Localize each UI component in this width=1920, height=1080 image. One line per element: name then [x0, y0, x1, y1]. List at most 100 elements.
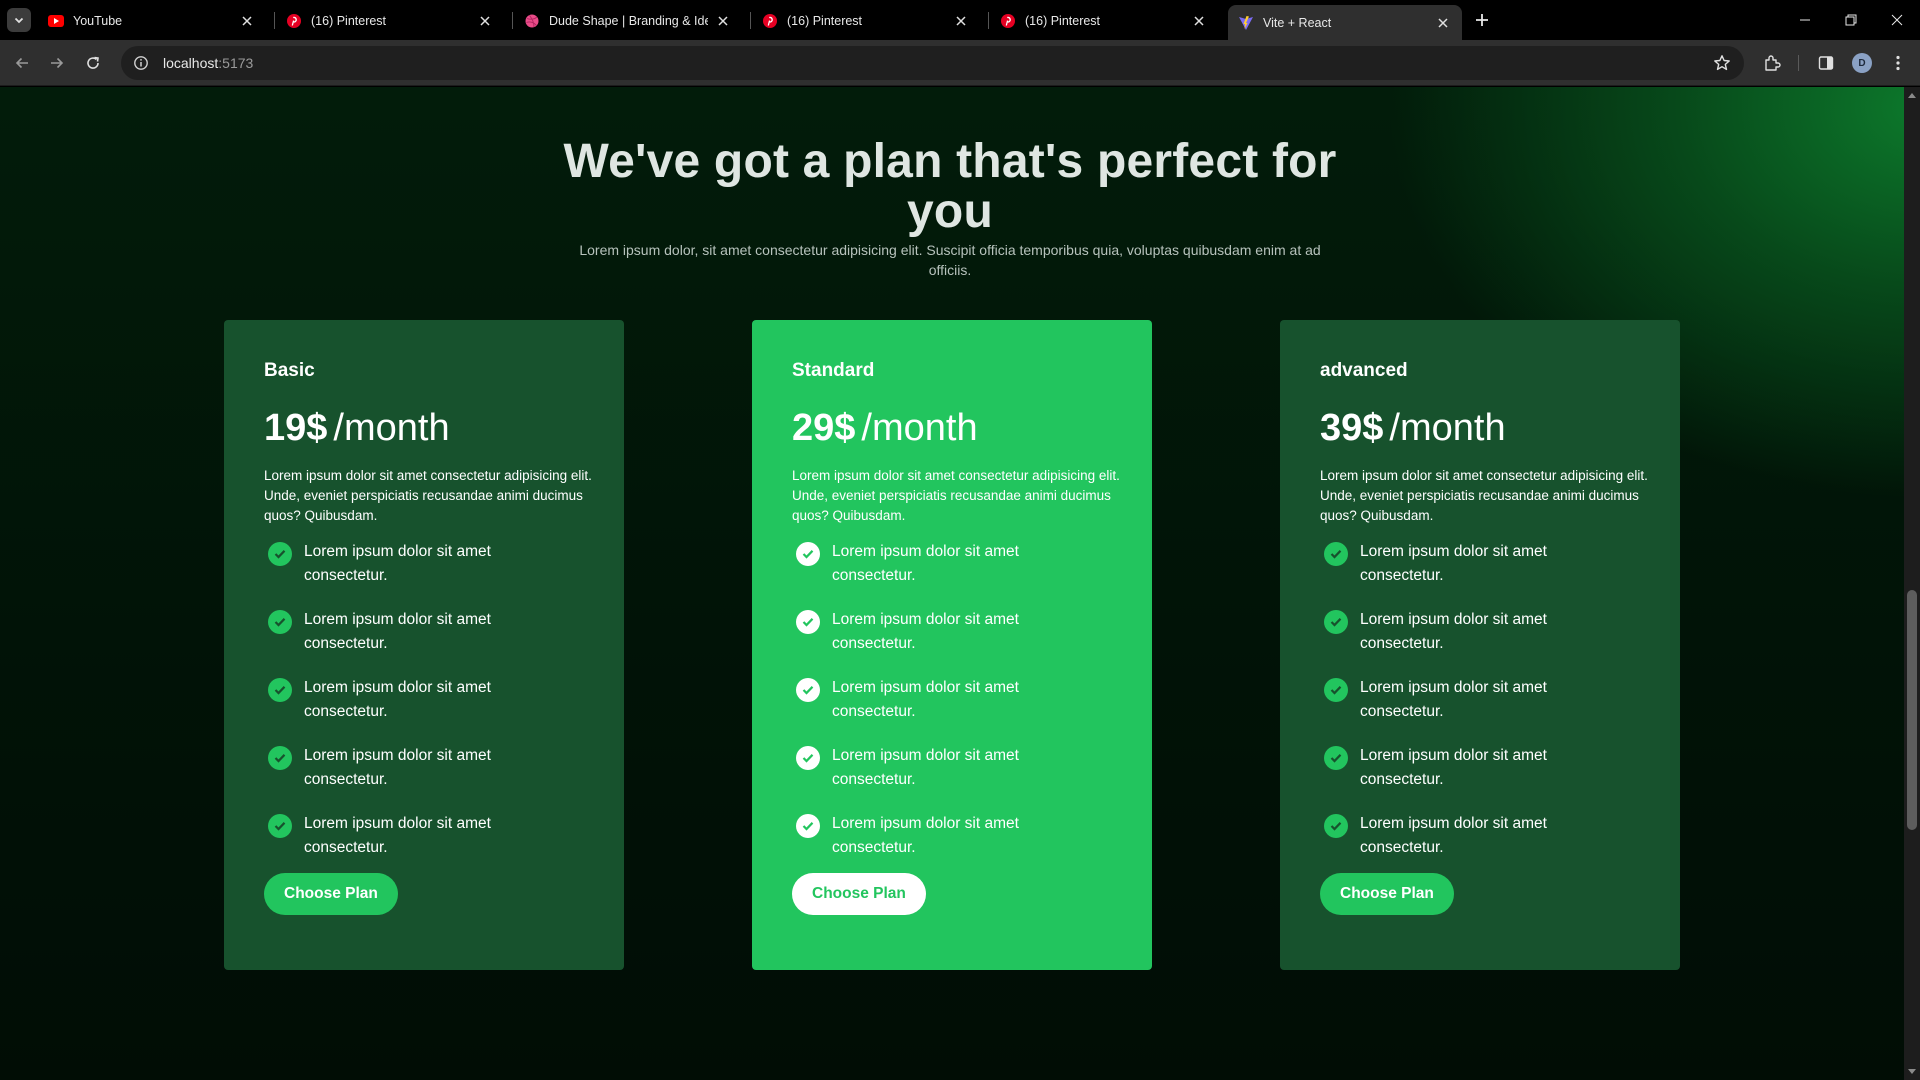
plan-description: Lorem ipsum dolor sit amet consectetur a…: [792, 468, 1120, 523]
side-panel-icon[interactable]: [1814, 51, 1838, 75]
address-bar[interactable]: localhost:5173: [121, 46, 1744, 80]
more-menu-icon[interactable]: [1886, 51, 1910, 75]
scrollbar-thumb[interactable]: [1907, 590, 1917, 830]
check-circle-icon: [1324, 610, 1348, 634]
back-button[interactable]: [9, 50, 35, 76]
check-circle-icon: [268, 678, 292, 702]
feature-item: Lorem ipsum dolor sit amet consectetur.: [792, 812, 1112, 880]
check-circle-icon: [1324, 814, 1348, 838]
pinterest-icon: [762, 13, 778, 29]
feature-item: Lorem ipsum dolor sit amet consectetur.: [1320, 540, 1640, 608]
tab-title: (16) Pinterest: [311, 13, 387, 28]
arrow-left-icon: [15, 57, 28, 69]
tab-title: Dude Shape | Branding & Identity: [549, 13, 708, 28]
plan-name: Basic: [264, 360, 315, 381]
feature-list: Lorem ipsum dolor sit amet consectetur. …: [792, 540, 1112, 880]
plan-name: Standard: [792, 360, 875, 381]
check-circle-icon: [268, 542, 292, 566]
feature-text: Lorem ipsum dolor sit amet consectetur.: [832, 543, 1019, 584]
reload-icon: [87, 56, 99, 69]
price-period: /month: [333, 407, 450, 449]
feature-text: Lorem ipsum dolor sit amet consectetur.: [1360, 611, 1547, 652]
feature-text: Lorem ipsum dolor sit amet consectetur.: [832, 611, 1019, 652]
feature-item: Lorem ipsum dolor sit amet consectetur.: [264, 608, 584, 676]
close-window-button[interactable]: [1874, 0, 1920, 40]
price-amount: 39$: [1320, 407, 1384, 449]
feature-list: Lorem ipsum dolor sit amet consectetur. …: [1320, 540, 1640, 880]
check-circle-icon: [796, 678, 820, 702]
close-icon[interactable]: [476, 12, 494, 30]
tab-title: YouTube: [73, 13, 123, 28]
site-info-icon[interactable]: [129, 51, 153, 75]
feature-text: Lorem ipsum dolor sit amet consectetur.: [304, 679, 491, 720]
tab-vite-react[interactable]: Vite + React: [1228, 5, 1462, 40]
tab-title: (16) Pinterest: [1025, 13, 1101, 28]
forward-button[interactable]: [44, 50, 70, 76]
scroll-down-arrow-icon[interactable]: [1908, 1069, 1916, 1074]
plan-price: 29$/month: [792, 406, 1112, 450]
tab-pinterest-1[interactable]: (16) Pinterest: [276, 5, 504, 36]
choose-plan-button[interactable]: Choose Plan: [1320, 873, 1454, 915]
close-icon[interactable]: [952, 12, 970, 30]
feature-list: Lorem ipsum dolor sit amet consectetur. …: [264, 540, 584, 880]
choose-plan-button[interactable]: Choose Plan: [264, 873, 398, 915]
page-subtitle: Lorem ipsum dolor, sit amet consectetur …: [579, 242, 1321, 278]
price-amount: 19$: [264, 407, 328, 449]
plan-card-advanced: advanced 39$/month Lorem ipsum dolor sit…: [1280, 320, 1680, 970]
tab-dude-shape[interactable]: Dude Shape | Branding & Identity: [514, 5, 742, 36]
feature-item: Lorem ipsum dolor sit amet consectetur.: [1320, 744, 1640, 812]
tab-strip: YouTube (16) Pinterest Dude Shape | Bran…: [0, 0, 1920, 40]
price-period: /month: [861, 407, 978, 449]
feature-text: Lorem ipsum dolor sit amet consectetur.: [832, 815, 1019, 856]
check-circle-icon: [796, 814, 820, 838]
feature-text: Lorem ipsum dolor sit amet consectetur.: [304, 543, 491, 584]
tab-pinterest-2[interactable]: (16) Pinterest: [752, 5, 980, 36]
url-text: localhost:5173: [163, 55, 253, 71]
feature-item: Lorem ipsum dolor sit amet consectetur.: [792, 744, 1112, 812]
tab-search-button[interactable]: [7, 8, 31, 32]
plan-description: Lorem ipsum dolor sit amet consectetur a…: [264, 468, 592, 523]
url-port: :5173: [218, 55, 254, 71]
check-circle-icon: [268, 814, 292, 838]
close-icon[interactable]: [1434, 14, 1452, 32]
close-icon[interactable]: [1190, 12, 1208, 30]
plan-card-standard: Standard 29$/month Lorem ipsum dolor sit…: [752, 320, 1152, 970]
close-icon[interactable]: [714, 12, 732, 30]
tab-pinterest-3[interactable]: (16) Pinterest: [990, 5, 1218, 36]
pinterest-icon: [1000, 13, 1016, 29]
bookmark-star-icon[interactable]: [1710, 51, 1734, 75]
pinterest-icon: [286, 13, 302, 29]
feature-text: Lorem ipsum dolor sit amet consectetur.: [304, 747, 491, 788]
plan-name: advanced: [1320, 360, 1408, 381]
check-circle-icon: [796, 610, 820, 634]
extensions-icon[interactable]: [1760, 51, 1784, 75]
feature-text: Lorem ipsum dolor sit amet consectetur.: [1360, 543, 1547, 584]
reload-button[interactable]: [80, 50, 106, 76]
toolbar-divider: [1798, 55, 1799, 71]
choose-plan-button[interactable]: Choose Plan: [792, 873, 926, 915]
profile-avatar[interactable]: D: [1852, 53, 1872, 73]
scroll-up-arrow-icon[interactable]: [1908, 93, 1916, 98]
price-period: /month: [1389, 407, 1506, 449]
feature-text: Lorem ipsum dolor sit amet consectetur.: [1360, 747, 1547, 788]
feature-item: Lorem ipsum dolor sit amet consectetur.: [264, 812, 584, 880]
page-scrollbar[interactable]: [1904, 87, 1920, 1080]
chevron-down-icon: [14, 17, 24, 24]
tab-separator: [750, 12, 751, 29]
page-viewport: We've got a plan that's perfect for you …: [0, 87, 1904, 1080]
price-amount: 29$: [792, 407, 856, 449]
plan-card-basic: Basic 19$/month Lorem ipsum dolor sit am…: [224, 320, 624, 970]
feature-item: Lorem ipsum dolor sit amet consectetur.: [264, 676, 584, 744]
check-circle-icon: [796, 746, 820, 770]
restore-button[interactable]: [1828, 0, 1874, 40]
check-circle-icon: [1324, 542, 1348, 566]
feature-text: Lorem ipsum dolor sit amet consectetur.: [304, 815, 491, 856]
restore-icon: [1845, 14, 1857, 26]
tab-youtube[interactable]: YouTube: [38, 5, 266, 36]
tab-separator: [988, 12, 989, 29]
new-tab-button[interactable]: [1470, 8, 1494, 32]
url-host: localhost: [163, 55, 219, 71]
close-icon[interactable]: [238, 12, 256, 30]
minimize-button[interactable]: [1782, 0, 1828, 40]
plan-price: 19$/month: [264, 406, 584, 450]
